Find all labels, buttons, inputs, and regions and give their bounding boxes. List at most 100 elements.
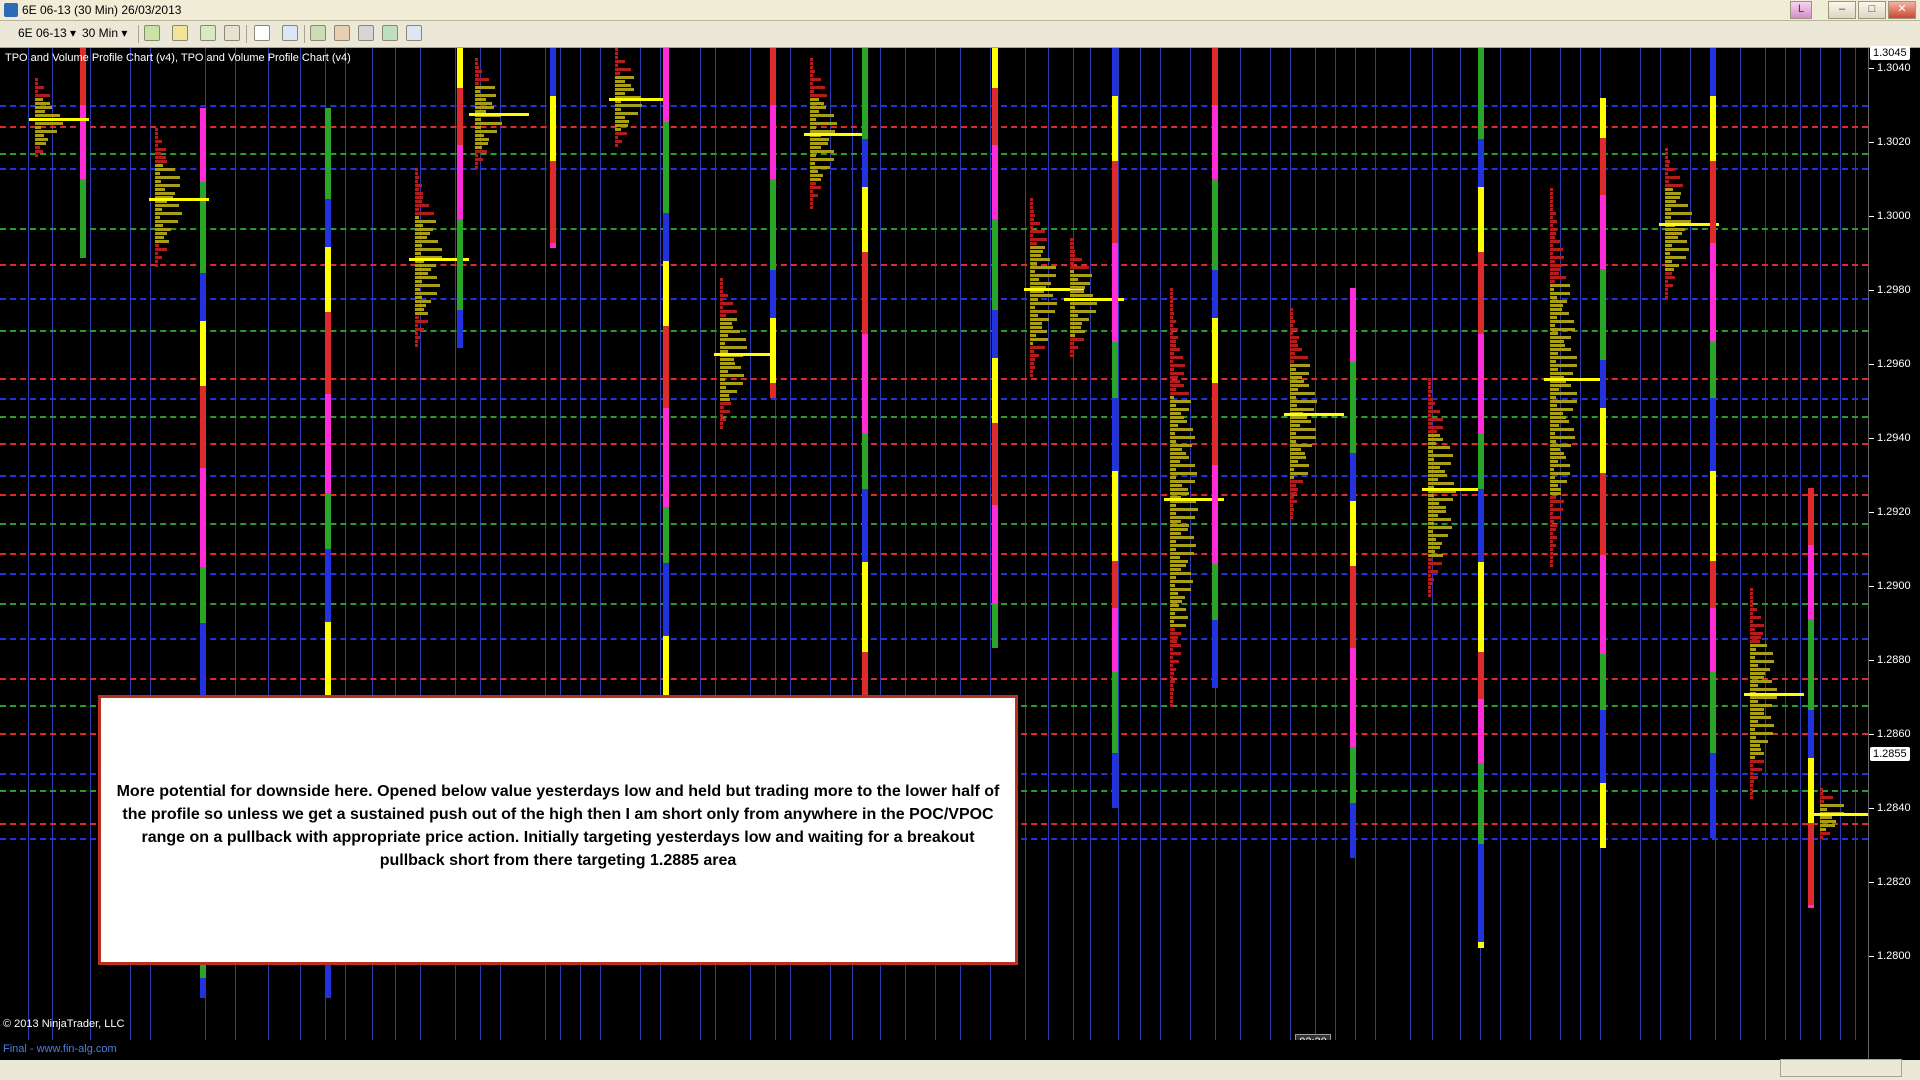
volume-profile-row	[1750, 608, 1757, 611]
session-range-bar	[1710, 608, 1716, 672]
restore-button[interactable]: □	[1858, 1, 1886, 19]
volume-profile-row	[415, 204, 429, 207]
volume-profile-row	[1290, 316, 1293, 319]
horizontal-scrollbar[interactable]	[1780, 1059, 1902, 1077]
window-title: 6E 06-13 (30 Min) 26/03/2013	[22, 3, 182, 17]
volume-profile-row	[1665, 200, 1676, 203]
volume-profile-row	[1550, 192, 1553, 195]
volume-profile-row	[415, 172, 418, 175]
volume-profile-row	[1550, 460, 1558, 463]
volume-profile-row	[415, 332, 418, 335]
interval-selector[interactable]: 30 Min ▾	[82, 25, 127, 42]
volume-profile-row	[1428, 566, 1431, 569]
volume-profile-row	[475, 146, 482, 149]
volume-profile-row	[1170, 560, 1188, 563]
volume-profile-row	[1290, 344, 1298, 347]
volume-profile-row	[1820, 804, 1844, 807]
volume-profile-row	[1750, 784, 1753, 787]
volume-profile-row	[415, 336, 420, 339]
volume-profile-row	[720, 382, 743, 385]
volume-profile-row	[1030, 366, 1035, 369]
volume-profile-row	[475, 90, 480, 93]
volume-profile-row	[1550, 428, 1574, 431]
session-range-bar	[325, 247, 331, 312]
properties-icon[interactable]	[310, 25, 326, 41]
volume-profile-row	[1428, 542, 1442, 545]
volume-profile-row	[1170, 336, 1178, 339]
volume-profile-row	[1170, 532, 1181, 535]
crosshair-icon[interactable]	[254, 25, 270, 41]
session-range-bar	[1212, 179, 1218, 270]
volume-profile-row	[1170, 432, 1175, 435]
volume-profile-row	[1170, 508, 1198, 511]
volume-profile-row	[615, 140, 622, 143]
volume-profile-row	[415, 320, 428, 323]
volume-profile-row	[415, 296, 422, 299]
volume-profile-row	[810, 174, 823, 177]
add-indicator-icon[interactable]	[200, 25, 216, 41]
volume-profile-row	[1750, 680, 1772, 683]
volume-profile-row	[415, 248, 442, 251]
image-icon[interactable]	[358, 25, 374, 41]
session-range-bar	[862, 652, 868, 698]
volume-profile-row	[810, 198, 813, 201]
session-range-bar	[200, 321, 206, 386]
volume-profile-row	[1070, 326, 1081, 329]
volume-profile-row	[720, 342, 725, 345]
volume-profile-row	[1428, 458, 1434, 461]
volume-profile-row	[35, 102, 50, 105]
volume-profile-row	[475, 134, 484, 137]
volume-profile-row	[1550, 280, 1555, 283]
volume-profile-row	[615, 56, 618, 59]
volume-profile-row	[1030, 374, 1033, 377]
volume-profile-row	[475, 94, 496, 97]
volume-profile-row	[1750, 788, 1753, 791]
volume-profile-row	[1750, 716, 1771, 719]
volume-profile-row	[1170, 292, 1173, 295]
link-button[interactable]: L	[1790, 1, 1812, 19]
chart-panel[interactable]: TPO and Volume Profile Chart (v4), TPO a…	[0, 48, 1868, 1060]
volume-profile-row	[1170, 700, 1173, 703]
volume-profile-row	[1550, 440, 1556, 443]
volume-profile-row	[1290, 368, 1296, 371]
volume-profile-row	[1750, 656, 1755, 659]
volume-profile-row	[1428, 590, 1431, 593]
volume-profile-row	[720, 426, 723, 429]
annotation-box[interactable]: More potential for downside here. Opened…	[98, 695, 1018, 965]
volume-profile-row	[720, 306, 723, 309]
volume-profile-row	[1428, 482, 1454, 485]
strategy-icon[interactable]	[334, 25, 350, 41]
volume-profile-row	[720, 398, 730, 401]
volume-profile-row	[810, 178, 821, 181]
session-range-bar	[862, 562, 868, 652]
volume-profile-row	[415, 304, 426, 307]
zoom-icon[interactable]	[282, 25, 298, 41]
edit-icon[interactable]	[224, 25, 240, 41]
close-button[interactable]: ✕	[1888, 1, 1916, 19]
data-box-icon[interactable]	[406, 25, 422, 41]
volume-profile-row	[1170, 364, 1185, 367]
draw-tool-icon[interactable]	[172, 25, 188, 41]
session-range-bar	[1808, 488, 1814, 545]
volume-profile-row	[1170, 416, 1184, 419]
dollar-icon[interactable]	[382, 25, 398, 41]
volume-profile-row	[1428, 406, 1432, 409]
session-range-bar	[1350, 453, 1356, 501]
volume-profile-row	[1550, 324, 1555, 327]
volume-profile-row	[1170, 636, 1178, 639]
session-range-bar	[325, 549, 331, 622]
volume-profile-row	[810, 142, 828, 145]
volume-profile-row	[1665, 232, 1682, 235]
volume-profile-row	[1665, 292, 1668, 295]
volume-profile-row	[615, 60, 625, 63]
volume-profile-row	[720, 390, 737, 393]
volume-profile-row	[720, 314, 726, 317]
volume-profile-row	[475, 62, 478, 65]
price-axis[interactable]: 1.3045 1.3040 1.3020 1.3000 1.2980 1.2960 1.2…	[1868, 46, 1920, 1060]
volume-profile-row	[415, 344, 418, 347]
minimize-button[interactable]: –	[1828, 1, 1856, 19]
instrument-selector[interactable]: 6E 06-13 ▾	[18, 25, 76, 42]
volume-profile-row	[1070, 238, 1073, 241]
bar-type-icon[interactable]	[144, 25, 160, 41]
volume-profile-row	[1665, 296, 1668, 299]
